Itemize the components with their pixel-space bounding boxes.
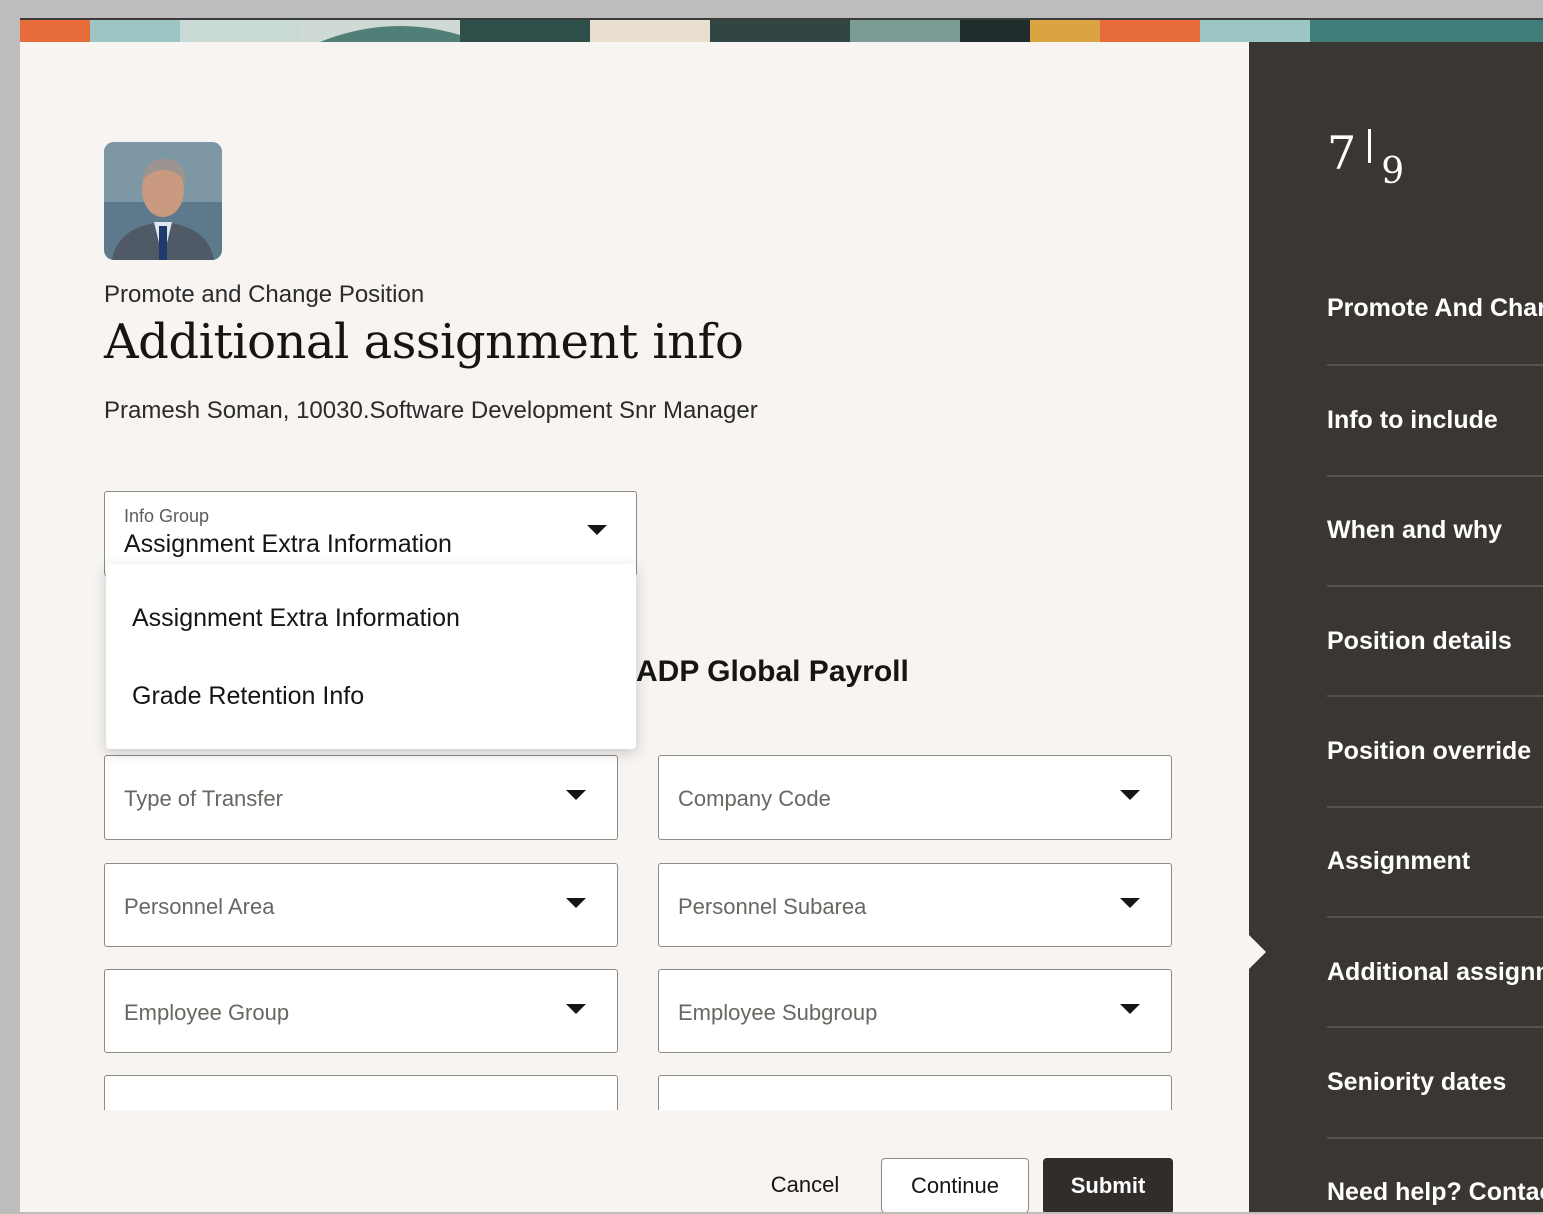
- dropdown-option[interactable]: Assignment Extra Information: [132, 604, 460, 633]
- info-group-label: Info Group: [124, 506, 210, 526]
- app-frame: Promote and Change Position Additional a…: [20, 18, 1543, 1212]
- type-of-transfer-placeholder: Type of Transfer: [124, 786, 283, 811]
- employee-group-placeholder: Employee Group: [124, 1000, 290, 1025]
- divider: [1327, 916, 1543, 918]
- dropdown-option[interactable]: Grade Retention Info: [132, 682, 364, 711]
- company-code-placeholder: Company Code: [678, 786, 831, 811]
- section-title: ADP Global Payroll: [636, 655, 909, 688]
- field-select[interactable]: [104, 1075, 618, 1110]
- personnel-subarea-select[interactable]: Personnel Subarea: [658, 863, 1172, 947]
- person-avatar-icon: [104, 142, 222, 260]
- divider: [1327, 364, 1543, 366]
- divider: [1327, 585, 1543, 587]
- total-steps-number: 9: [1381, 151, 1405, 192]
- employee-group-select[interactable]: Employee Group: [104, 969, 618, 1053]
- header-banner: [20, 20, 1543, 42]
- field-select[interactable]: [658, 1075, 1172, 1110]
- divider: [1327, 806, 1543, 808]
- company-code-select[interactable]: Company Code: [658, 755, 1172, 840]
- step-promote-and-change[interactable]: Promote And Change Position: [1327, 294, 1543, 323]
- chevron-down-icon[interactable]: [1120, 898, 1140, 908]
- process-name: Promote and Change Position: [104, 281, 425, 308]
- personnel-area-placeholder: Personnel Area: [124, 894, 275, 919]
- employee-summary: Pramesh Soman, 10030.Software Developmen…: [104, 397, 758, 424]
- submit-button[interactable]: Submit: [1043, 1158, 1173, 1212]
- step-divider: [1368, 129, 1372, 163]
- step-seniority-dates[interactable]: Seniority dates: [1327, 1068, 1543, 1097]
- chevron-down-icon[interactable]: [1120, 1004, 1140, 1014]
- chevron-down-icon[interactable]: [566, 898, 586, 908]
- avatar: [104, 142, 222, 260]
- personnel-area-select[interactable]: Personnel Area: [104, 863, 618, 947]
- step-additional-assignment-info[interactable]: Additional assignment info: [1327, 958, 1543, 987]
- cancel-button[interactable]: Cancel: [750, 1158, 860, 1212]
- divider: [1327, 695, 1543, 697]
- chevron-down-icon[interactable]: [566, 1004, 586, 1014]
- chevron-down-icon[interactable]: [1120, 790, 1140, 800]
- need-help-link[interactable]: Need help? Contact: [1327, 1178, 1543, 1207]
- scroll-clip: [104, 1075, 1174, 1110]
- main-panel: Promote and Change Position Additional a…: [20, 42, 1249, 1212]
- page-title: Additional assignment info: [104, 314, 744, 370]
- continue-button[interactable]: Continue: [881, 1158, 1029, 1212]
- current-step-marker: [1249, 935, 1266, 969]
- info-group-value: Assignment Extra Information: [124, 530, 452, 558]
- step-assignment[interactable]: Assignment: [1327, 847, 1543, 876]
- current-step-number: 7: [1327, 126, 1357, 180]
- step-position-override[interactable]: Position override: [1327, 737, 1543, 766]
- divider: [1327, 1137, 1543, 1139]
- chevron-down-icon[interactable]: [566, 790, 586, 800]
- progress-sidebar: 79 Promote And Change Position Info to i…: [1249, 42, 1543, 1212]
- info-group-dropdown: Assignment Extra Information Grade Reten…: [106, 564, 636, 749]
- divider: [1327, 1026, 1543, 1028]
- step-counter: 79: [1327, 126, 1404, 192]
- type-of-transfer-select[interactable]: Type of Transfer: [104, 755, 618, 840]
- step-position-details[interactable]: Position details: [1327, 627, 1543, 656]
- banner-art: [20, 20, 1543, 42]
- step-info-to-include[interactable]: Info to include: [1327, 406, 1543, 435]
- step-when-and-why[interactable]: When and why: [1327, 516, 1543, 545]
- employee-subgroup-placeholder: Employee Subgroup: [678, 1000, 878, 1025]
- chevron-down-icon[interactable]: [587, 525, 607, 535]
- divider: [1327, 475, 1543, 477]
- employee-subgroup-select[interactable]: Employee Subgroup: [658, 969, 1172, 1053]
- personnel-subarea-placeholder: Personnel Subarea: [678, 894, 867, 919]
